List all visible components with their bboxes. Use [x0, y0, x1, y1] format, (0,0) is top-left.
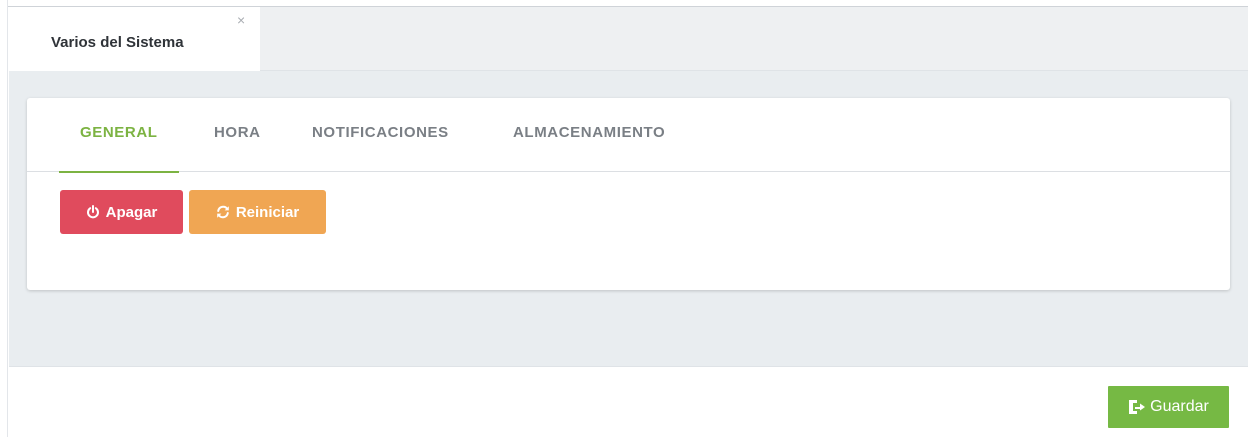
- guardar-label: Guardar: [1150, 398, 1209, 415]
- guardar-button[interactable]: Guardar: [1108, 386, 1229, 428]
- refresh-icon: [216, 205, 230, 219]
- left-edge: [0, 0, 8, 437]
- apagar-button[interactable]: Apagar: [60, 190, 183, 234]
- panel-tab-bar: GENERAL HORA NOTIFICACIONES ALMACENAMIEN…: [27, 98, 1230, 173]
- settings-panel: GENERAL HORA NOTIFICACIONES ALMACENAMIEN…: [27, 98, 1230, 290]
- save-export-icon: [1128, 399, 1146, 415]
- window-tab-varios-del-sistema[interactable]: Varios del Sistema ×: [9, 7, 260, 71]
- window-tab-title: Varios del Sistema: [51, 34, 184, 51]
- reiniciar-button[interactable]: Reiniciar: [189, 190, 326, 234]
- reiniciar-label: Reiniciar: [235, 203, 300, 221]
- tab-almacenamiento[interactable]: ALMACENAMIENTO: [513, 124, 665, 172]
- tab-general[interactable]: GENERAL: [59, 124, 178, 173]
- power-icon: [86, 205, 100, 219]
- tab-notificaciones[interactable]: NOTIFICACIONES: [312, 124, 449, 172]
- tab-hora[interactable]: HORA: [214, 124, 261, 172]
- window-tabstrip: Varios del Sistema ×: [9, 7, 1248, 71]
- close-icon[interactable]: ×: [237, 13, 245, 27]
- apagar-label: Apagar: [105, 203, 158, 221]
- content-area: GENERAL HORA NOTIFICACIONES ALMACENAMIEN…: [9, 71, 1248, 367]
